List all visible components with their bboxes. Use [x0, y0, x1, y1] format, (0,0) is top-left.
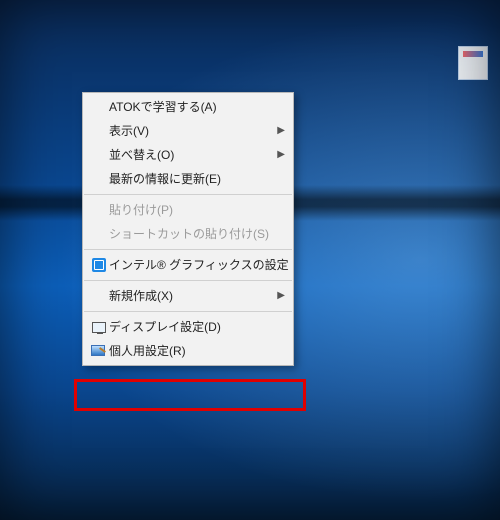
icon-none — [89, 167, 109, 191]
menu-label: ATOKで学習する(A) — [109, 95, 285, 119]
desktop[interactable]: ATOKで学習する(A) 表示(V) ▶ 並べ替え(O) ▶ 最新の情報に更新(… — [0, 0, 500, 520]
icon-none — [89, 198, 109, 222]
menu-item-atok-learn[interactable]: ATOKで学習する(A) — [83, 95, 293, 119]
menu-separator — [84, 311, 292, 312]
chevron-right-icon: ▶ — [277, 143, 285, 167]
menu-label: インテル® グラフィックスの設定 — [109, 253, 289, 277]
menu-item-display-settings[interactable]: ディスプレイ設定(D) — [83, 315, 293, 339]
icon-none — [89, 143, 109, 167]
menu-item-new[interactable]: 新規作成(X) ▶ — [83, 284, 293, 308]
menu-label: 表示(V) — [109, 119, 277, 143]
menu-separator — [84, 194, 292, 195]
tutorial-highlight — [74, 379, 306, 411]
menu-item-paste-shortcut: ショートカットの貼り付け(S) — [83, 222, 293, 246]
icon-none — [89, 284, 109, 308]
menu-label: 貼り付け(P) — [109, 198, 285, 222]
display-icon — [89, 315, 109, 339]
menu-label: 新規作成(X) — [109, 284, 277, 308]
icon-none — [89, 95, 109, 119]
personalize-icon — [89, 339, 109, 363]
intel-icon — [89, 253, 109, 277]
menu-item-refresh[interactable]: 最新の情報に更新(E) — [83, 167, 293, 191]
menu-separator — [84, 280, 292, 281]
pinned-app-icon[interactable] — [458, 46, 488, 80]
chevron-right-icon: ▶ — [277, 284, 285, 308]
menu-separator — [84, 249, 292, 250]
menu-item-sort[interactable]: 並べ替え(O) ▶ — [83, 143, 293, 167]
menu-item-paste: 貼り付け(P) — [83, 198, 293, 222]
menu-item-personalize[interactable]: 個人用設定(R) — [83, 339, 293, 363]
menu-item-intel-graphics[interactable]: インテル® グラフィックスの設定 — [83, 253, 293, 277]
menu-label: 個人用設定(R) — [109, 339, 285, 363]
desktop-context-menu: ATOKで学習する(A) 表示(V) ▶ 並べ替え(O) ▶ 最新の情報に更新(… — [82, 92, 294, 366]
icon-none — [89, 119, 109, 143]
icon-none — [89, 222, 109, 246]
menu-label: ショートカットの貼り付け(S) — [109, 222, 285, 246]
chevron-right-icon: ▶ — [277, 119, 285, 143]
menu-item-view[interactable]: 表示(V) ▶ — [83, 119, 293, 143]
menu-label: 最新の情報に更新(E) — [109, 167, 285, 191]
menu-label: ディスプレイ設定(D) — [109, 315, 285, 339]
menu-label: 並べ替え(O) — [109, 143, 277, 167]
